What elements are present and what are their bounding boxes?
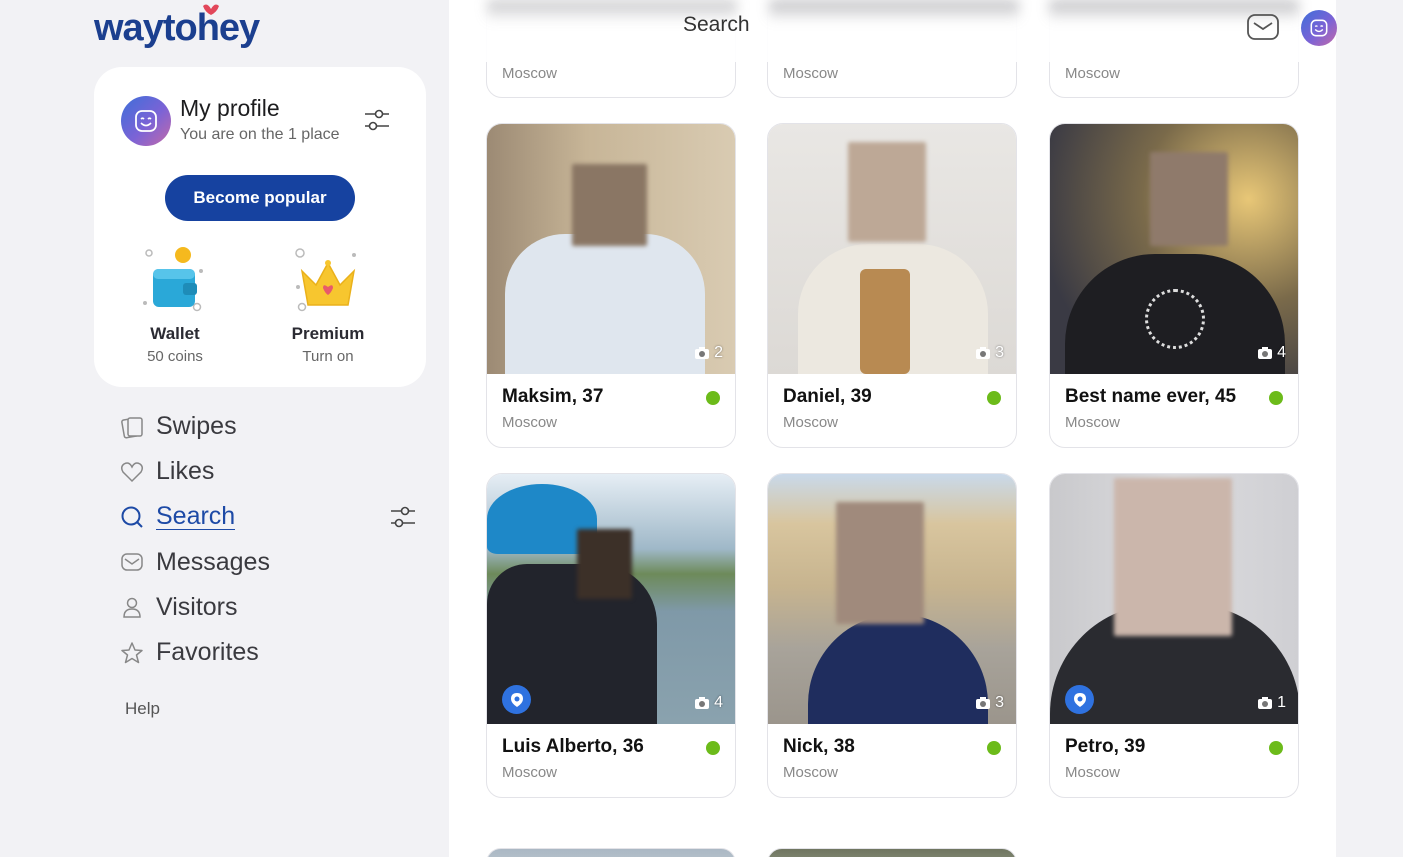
sidebar-item-visitors[interactable]: Visitors bbox=[118, 585, 418, 630]
cards-icon bbox=[121, 416, 143, 439]
card-city: Moscow bbox=[1065, 764, 1121, 781]
premium-feature[interactable]: Premium Turn on bbox=[273, 243, 383, 365]
sidebar-item-swipes[interactable]: Swipes bbox=[118, 404, 418, 449]
star-icon bbox=[121, 641, 143, 663]
camera-icon bbox=[976, 697, 991, 709]
sidebar-item-label: Likes bbox=[156, 457, 215, 486]
filter-icon[interactable] bbox=[362, 105, 392, 135]
profile-photo[interactable]: 4 bbox=[1050, 124, 1298, 374]
card-city: Moscow bbox=[783, 65, 839, 82]
profile-photo[interactable]: 3 bbox=[768, 124, 1016, 374]
profile-card-partial[interactable] bbox=[767, 848, 1017, 857]
user-icon bbox=[123, 598, 141, 619]
smile-face-icon bbox=[135, 110, 157, 132]
card-city: Moscow bbox=[502, 764, 558, 781]
card-name: Best name ever, 45 bbox=[1065, 386, 1237, 407]
profile-card[interactable]: 4 Best name ever, 45 Moscow bbox=[1049, 123, 1299, 448]
become-popular-button[interactable]: Become popular bbox=[165, 175, 355, 221]
sidebar-item-label: Messages bbox=[156, 547, 270, 576]
photo-count: 1 bbox=[1257, 694, 1286, 712]
premium-status: Turn on bbox=[302, 348, 354, 365]
camera-icon bbox=[695, 697, 710, 709]
blurred-face bbox=[577, 529, 632, 599]
profile-title[interactable]: My profile bbox=[180, 95, 280, 122]
profile-photo[interactable]: 1 bbox=[1050, 474, 1298, 724]
blurred-face bbox=[1114, 478, 1232, 636]
wallet-icon bbox=[143, 247, 203, 312]
envelope-icon bbox=[121, 553, 143, 571]
photo-count: 4 bbox=[1257, 344, 1286, 362]
wallet-feature[interactable]: Wallet 50 coins bbox=[120, 243, 230, 365]
heart-icon bbox=[120, 462, 144, 482]
online-status-dot bbox=[987, 741, 1001, 755]
premium-label: Premium bbox=[291, 324, 365, 343]
blurred-face bbox=[836, 502, 924, 624]
filter-icon[interactable] bbox=[388, 502, 418, 532]
wallet-balance: 50 coins bbox=[147, 348, 203, 365]
card-name: Luis Alberto, 36 bbox=[502, 736, 644, 757]
search-icon bbox=[121, 506, 143, 528]
photo-count: 3 bbox=[975, 344, 1004, 362]
online-status-dot bbox=[1269, 741, 1283, 755]
location-pin-icon bbox=[1065, 685, 1094, 714]
camera-icon bbox=[1258, 697, 1273, 709]
help-link[interactable]: Help bbox=[125, 699, 160, 719]
sidebar-nav: Swipes Likes Search Messages Visitors Fa… bbox=[118, 404, 418, 675]
profile-card-partial[interactable] bbox=[486, 848, 736, 857]
profile-photo[interactable]: 2 bbox=[487, 124, 735, 374]
card-name: Petro, 39 bbox=[1065, 736, 1146, 757]
card-city: Moscow bbox=[783, 414, 839, 431]
avatar[interactable] bbox=[121, 96, 171, 146]
online-status-dot bbox=[1269, 391, 1283, 405]
avatar[interactable] bbox=[1301, 10, 1337, 46]
photo-count: 2 bbox=[694, 344, 723, 362]
sidebar-item-likes[interactable]: Likes bbox=[118, 449, 418, 494]
blurred-face bbox=[848, 142, 926, 242]
sidebar-item-label: Visitors bbox=[156, 592, 238, 621]
card-name: Maksim, 37 bbox=[502, 386, 604, 407]
sidebar-item-favorites[interactable]: Favorites bbox=[118, 630, 418, 675]
location-pin-icon bbox=[502, 685, 531, 714]
blurred-face bbox=[1150, 152, 1228, 246]
page-title: Search bbox=[683, 13, 750, 36]
profile-card[interactable]: 4 Luis Alberto, 36 Moscow bbox=[486, 473, 736, 798]
profile-photo[interactable]: 4 bbox=[487, 474, 735, 724]
top-bar bbox=[449, 0, 1336, 62]
smile-face-icon bbox=[1310, 19, 1328, 37]
camera-icon bbox=[695, 347, 710, 359]
card-city: Moscow bbox=[1065, 414, 1121, 431]
card-city: Moscow bbox=[502, 414, 558, 431]
online-status-dot bbox=[987, 391, 1001, 405]
profile-photo[interactable]: 3 bbox=[768, 474, 1016, 724]
card-city: Moscow bbox=[502, 65, 558, 82]
camera-icon bbox=[976, 347, 991, 359]
sidebar-item-label: Search bbox=[156, 502, 236, 531]
heart-icon bbox=[203, 4, 219, 16]
card-city: Moscow bbox=[783, 764, 839, 781]
app-logo[interactable]: waytohey bbox=[94, 4, 260, 50]
blurred-face bbox=[572, 164, 647, 246]
sidebar-item-messages[interactable]: Messages bbox=[118, 540, 418, 585]
sidebar-item-label: Swipes bbox=[156, 412, 237, 441]
crown-icon bbox=[295, 248, 356, 312]
card-city: Moscow bbox=[1065, 65, 1121, 82]
online-status-dot bbox=[706, 741, 720, 755]
card-name: Nick, 38 bbox=[783, 736, 855, 757]
profile-rank: You are on the 1 place bbox=[180, 126, 340, 143]
envelope-icon[interactable] bbox=[1246, 12, 1280, 42]
wallet-label: Wallet bbox=[150, 324, 200, 343]
profile-card[interactable]: 3 Daniel, 39 Moscow bbox=[767, 123, 1017, 448]
camera-icon bbox=[1258, 347, 1273, 359]
profile-card[interactable]: 2 Maksim, 37 Moscow bbox=[486, 123, 736, 448]
sidebar-item-search[interactable]: Search bbox=[118, 494, 418, 539]
sidebar-item-label: Favorites bbox=[156, 638, 259, 667]
profile-card: My profile You are on the 1 place Become… bbox=[94, 67, 426, 387]
photo-count: 3 bbox=[975, 694, 1004, 712]
photo-count: 4 bbox=[694, 694, 723, 712]
profile-card[interactable]: 3 Nick, 38 Moscow bbox=[767, 473, 1017, 798]
profile-card[interactable]: 1 Petro, 39 Moscow bbox=[1049, 473, 1299, 798]
online-status-dot bbox=[706, 391, 720, 405]
card-name: Daniel, 39 bbox=[783, 386, 872, 407]
